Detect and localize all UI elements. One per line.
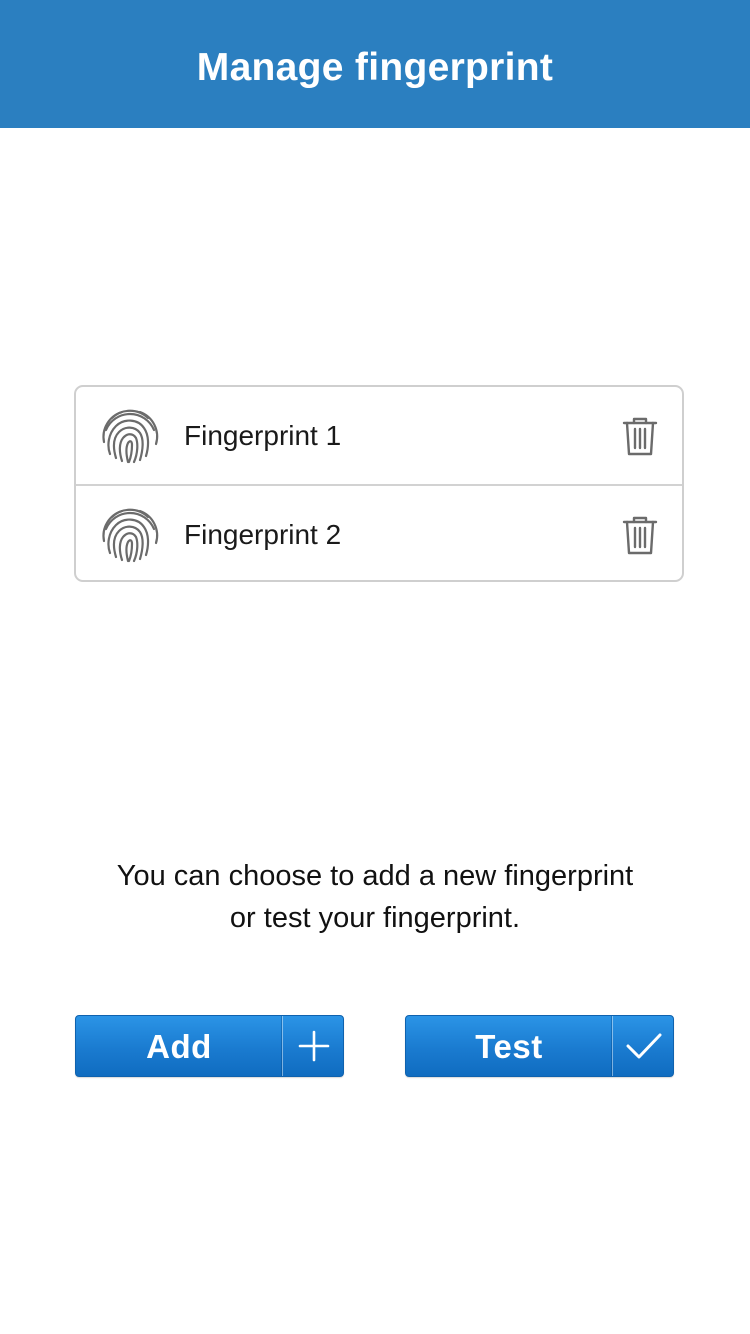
plus-icon	[283, 1016, 344, 1076]
fingerprint-icon	[102, 409, 159, 463]
instruction-line-1: You can choose to add a new fingerprint	[116, 860, 634, 892]
fingerprint-icon	[102, 508, 159, 562]
test-button[interactable]: Test	[405, 1015, 674, 1077]
add-button[interactable]: Add	[75, 1015, 344, 1077]
fingerprint-label: Fingerprint 2	[184, 518, 342, 550]
fingerprint-row-1[interactable]: Fingerprint 1	[76, 387, 682, 484]
instruction-text: You can choose to add a new fingerprint …	[0, 855, 750, 939]
page-title: Manage fingerprint	[196, 46, 554, 89]
trash-icon[interactable]	[620, 514, 660, 556]
title-bar: Manage fingerprint	[0, 0, 750, 128]
fingerprint-row-2[interactable]: Fingerprint 2	[76, 484, 682, 580]
add-button-label: Add	[146, 1028, 212, 1065]
fingerprint-list: Fingerprint 1 Fingerprint 2	[74, 385, 684, 582]
test-button-label: Test	[475, 1028, 543, 1065]
fingerprint-label: Fingerprint 1	[184, 419, 342, 451]
checkmark-icon	[613, 1016, 674, 1076]
instruction-line-2: or test your fingerprint.	[229, 902, 521, 934]
trash-icon[interactable]	[620, 415, 660, 457]
